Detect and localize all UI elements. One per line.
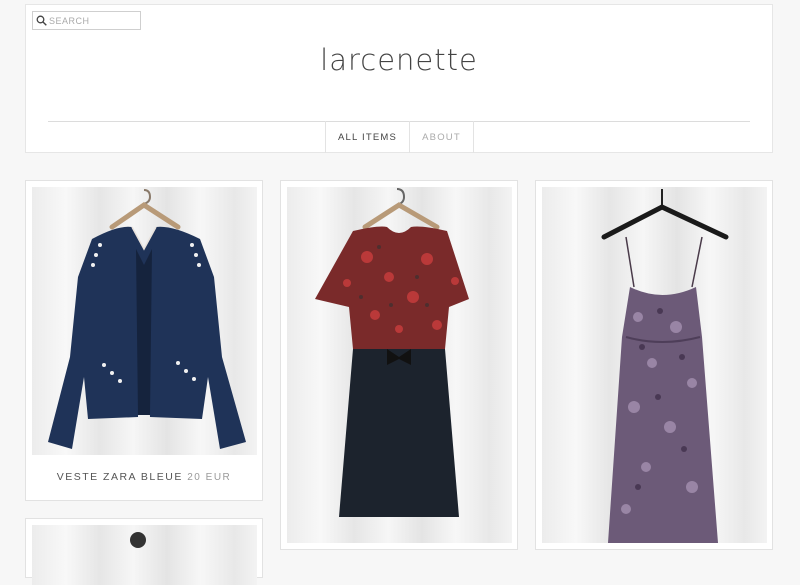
product-image[interactable] [32,187,257,455]
product-image[interactable] [542,187,767,543]
search-icon [36,15,47,26]
product-image[interactable] [287,187,512,543]
product-card[interactable] [535,180,773,550]
product-card[interactable] [25,518,263,585]
main-nav: ALL ITEMS ABOUT [325,121,474,153]
site-header: larcenette ALL ITEMS ABOUT [25,4,773,153]
product-card[interactable] [280,180,518,550]
product-caption[interactable]: VESTE ZARA BLEUE 20 EUR [26,471,262,483]
product-card[interactable]: VESTE ZARA BLEUE 20 EUR [25,180,263,501]
site-logo[interactable]: larcenette [26,43,772,77]
search-box[interactable] [32,11,141,30]
nav-about[interactable]: ABOUT [410,121,474,153]
product-price: 20 EUR [187,472,232,483]
nav-all-items[interactable]: ALL ITEMS [326,121,410,153]
product-image[interactable] [32,525,257,585]
search-input[interactable] [47,13,135,28]
product-name[interactable]: VESTE ZARA BLEUE [57,471,183,483]
